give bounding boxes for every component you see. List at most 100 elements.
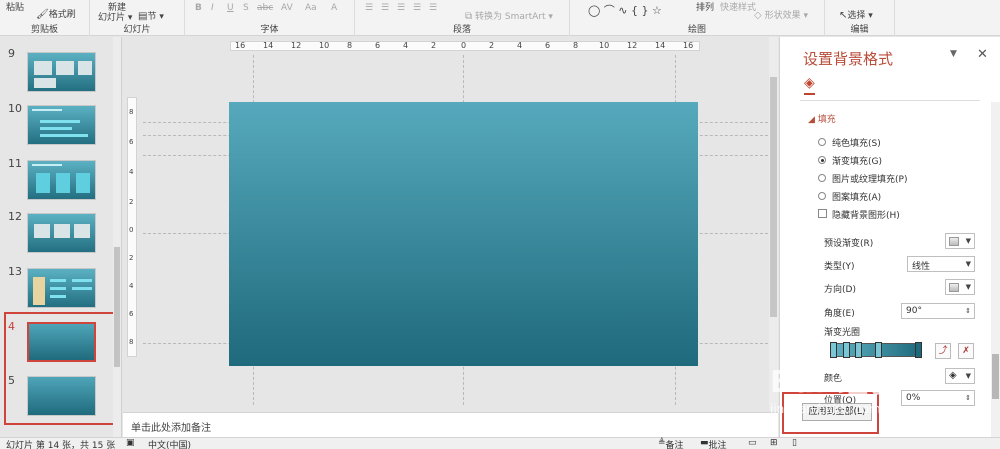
char-spacing-button[interactable]: AV xyxy=(281,3,293,13)
thumb-number: 9 xyxy=(8,47,15,60)
picture-fill-label[interactable]: 图片或纹理填充(P) xyxy=(832,172,907,185)
solid-fill-label[interactable]: 纯色填充(S) xyxy=(832,136,881,149)
slide-thumbnail[interactable] xyxy=(27,105,96,145)
slides-group: 新建 幻灯片 ▾ ▤节 ▾ 幻灯片 xyxy=(90,0,185,36)
italic-button[interactable]: I xyxy=(211,3,214,13)
slide-canvas[interactable] xyxy=(229,102,698,366)
spinner-icon: ⇕ xyxy=(965,307,971,315)
gradient-stops-bar[interactable] xyxy=(830,342,922,358)
ruler-tick: 2 xyxy=(489,41,495,50)
ruler-tick: 8 xyxy=(573,41,579,50)
solid-fill-radio[interactable] xyxy=(818,138,826,146)
shape-effects-button[interactable]: ◇ 形状效果 ▾ xyxy=(754,8,808,21)
gradient-stop[interactable] xyxy=(843,342,850,358)
language-status[interactable]: 中文(中国) xyxy=(148,438,191,449)
gradient-stops-label: 渐变光圈 xyxy=(824,328,861,338)
ruler-tick: 16 xyxy=(683,41,694,50)
shapes-gallery[interactable]: ◯ ⌒ ∿ { } ☆ xyxy=(588,2,662,18)
hide-background-label[interactable]: 隐藏背景图形(H) xyxy=(832,208,900,221)
drawing-group-label: 绘图 xyxy=(687,25,706,35)
gradient-fill-radio[interactable] xyxy=(818,156,826,164)
clipboard-group: 粘贴 🖌格式刷 剪贴板 xyxy=(0,0,90,36)
notes-area[interactable]: 单击此处添加备注 xyxy=(123,412,778,437)
ruler-tick: 4 xyxy=(517,41,523,50)
distribute-icon[interactable]: ☰ xyxy=(429,3,437,13)
select-button[interactable]: ↖选择 ▾ xyxy=(839,8,873,21)
gradient-stop[interactable] xyxy=(875,342,882,358)
angle-spinner[interactable]: 90° ⇕ xyxy=(901,303,975,319)
brush-icon: 🖌 xyxy=(36,9,49,20)
strikethrough-button[interactable]: abc xyxy=(257,3,273,13)
slide-thumbnail[interactable] xyxy=(27,52,96,92)
pane-scrollbar[interactable] xyxy=(991,102,1000,437)
remove-stop-icon[interactable]: ✗ xyxy=(958,343,974,359)
chevron-down-icon: ▼ xyxy=(965,260,971,268)
ruler-tick: 6 xyxy=(129,138,134,146)
change-case-button[interactable]: Aa xyxy=(305,3,317,13)
thumb-number: 11 xyxy=(8,157,22,170)
preset-gradient-label: 预设渐变(R) xyxy=(824,239,874,249)
thumbnail-scroll-thumb[interactable] xyxy=(114,247,120,367)
align-center-icon[interactable]: ☰ xyxy=(381,3,389,13)
underline-button[interactable]: U xyxy=(227,3,234,13)
format-painter-button[interactable]: 🖌格式刷 xyxy=(36,7,76,20)
slide-thumbnail[interactable] xyxy=(27,213,96,253)
shadow-button[interactable]: S xyxy=(243,3,249,13)
ruler-tick: 6 xyxy=(129,310,134,318)
notes-placeholder: 单击此处添加备注 xyxy=(131,423,211,434)
pane-scroll-thumb[interactable] xyxy=(992,354,999,399)
hide-background-checkbox[interactable] xyxy=(818,209,827,218)
gradient-stop[interactable] xyxy=(830,342,837,358)
add-stop-icon[interactable]: ⤴ xyxy=(935,343,951,359)
spellcheck-icon[interactable]: ▣ xyxy=(126,438,135,448)
direction-swatch-icon xyxy=(949,283,959,292)
pattern-fill-radio[interactable] xyxy=(818,192,826,200)
editor-scroll-thumb[interactable] xyxy=(770,77,777,317)
arrange-button[interactable]: 排列 xyxy=(696,0,714,13)
gradient-fill-label[interactable]: 渐变填充(G) xyxy=(832,154,882,167)
gradient-stop[interactable] xyxy=(915,342,922,358)
editor-scrollbar[interactable] xyxy=(769,37,778,411)
ruler-tick: 2 xyxy=(129,198,134,206)
font-color-button[interactable]: A xyxy=(331,3,337,13)
slide-thumbnail[interactable] xyxy=(27,268,96,308)
paste-button[interactable]: 粘贴 xyxy=(6,0,24,13)
smartart-icon: ⧉ xyxy=(465,11,473,22)
reading-view-icon[interactable]: ▯ xyxy=(792,438,797,448)
pane-title: 设置背景格式 xyxy=(803,50,894,68)
type-dropdown[interactable]: 线性 ▼ xyxy=(907,256,975,272)
slide-thumbnail[interactable] xyxy=(27,160,96,200)
align-left-icon[interactable]: ☰ xyxy=(365,3,373,13)
clipboard-group-label: 剪贴板 xyxy=(30,25,58,35)
gradient-stop[interactable] xyxy=(855,342,862,358)
comments-button[interactable]: ▬ 批注 xyxy=(700,438,727,449)
preset-gradient-dropdown[interactable]: ▼ xyxy=(945,233,975,249)
quick-styles-button[interactable]: 快速样式 xyxy=(720,0,756,13)
ruler-tick: 2 xyxy=(129,254,134,262)
sorter-view-icon[interactable]: ⊞ xyxy=(770,438,778,448)
paint-bucket-icon[interactable]: ◈ xyxy=(804,75,815,95)
effects-icon: ◇ xyxy=(754,10,762,21)
align-right-icon[interactable]: ☰ xyxy=(397,3,405,13)
section-button[interactable]: ▤节 ▾ xyxy=(138,9,164,22)
ruler-tick: 16 xyxy=(235,41,246,50)
thumbnail-scrollbar[interactable] xyxy=(113,37,121,437)
spinner-icon: ⇕ xyxy=(965,394,971,402)
status-bar: 幻灯片 第 14 张，共 15 张 ▣ 中文(中国) ≜ 备注 ▬ 批注 ▭ ⊞… xyxy=(0,437,1000,449)
position-spinner[interactable]: 0% ⇕ xyxy=(901,390,975,406)
color-dropdown[interactable]: ◈ ▼ xyxy=(945,368,975,384)
picture-fill-radio[interactable] xyxy=(818,174,826,182)
pane-options-icon[interactable]: ▼ xyxy=(950,49,957,59)
bold-button[interactable]: B xyxy=(195,3,202,13)
ruler-tick: 4 xyxy=(403,41,409,50)
paint-bucket-icon: ◈ xyxy=(949,370,957,381)
convert-smartart-button[interactable]: ⧉ 转换为 SmartArt ▾ xyxy=(465,9,553,22)
close-icon[interactable]: ✕ xyxy=(977,47,988,62)
fill-section-header[interactable]: ◢ 填充 xyxy=(808,112,836,125)
justify-icon[interactable]: ☰ xyxy=(413,3,421,13)
direction-dropdown[interactable]: ▼ xyxy=(945,279,975,295)
pattern-fill-label[interactable]: 图案填充(A) xyxy=(832,190,881,203)
notes-button[interactable]: ≜ 备注 xyxy=(658,438,684,449)
normal-view-icon[interactable]: ▭ xyxy=(748,438,757,448)
ruler-tick: 6 xyxy=(375,41,381,50)
